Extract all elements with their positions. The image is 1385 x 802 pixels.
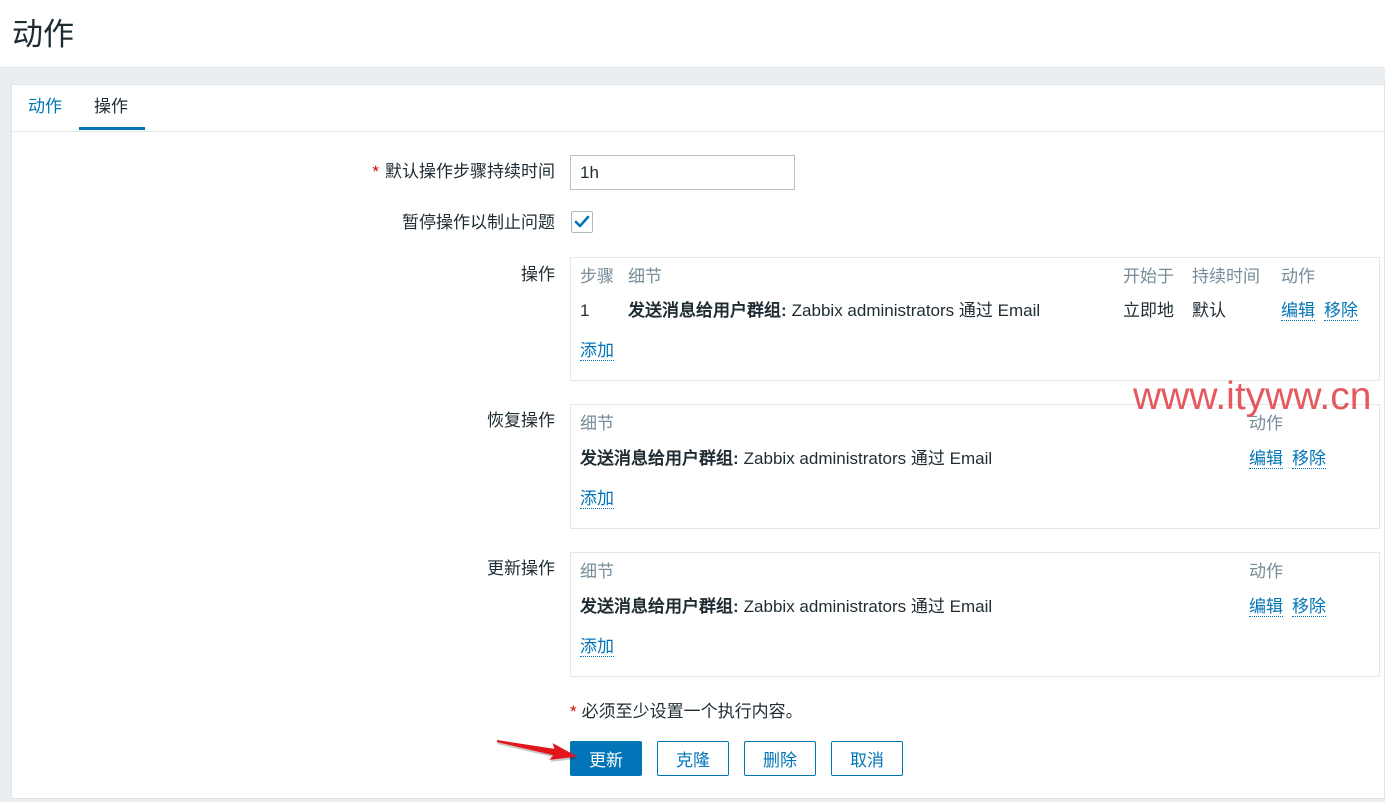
operation-row: 1 发送消息给用户群组: Zabbix administrators 通过 Ema… bbox=[571, 299, 1379, 323]
recovery-operations-list: 细节 动作 发送消息给用户群组: Zabbix administrators 通过… bbox=[570, 404, 1380, 529]
edit-update-operation-link[interactable]: 编辑 bbox=[1249, 597, 1283, 617]
update-operation-row: 发送消息给用户群组: Zabbix administrators 通过 Email… bbox=[571, 595, 1379, 619]
cancel-button[interactable]: 取消 bbox=[831, 741, 903, 776]
operation-start-in: 立即地 bbox=[1123, 301, 1174, 320]
page-title: 动作 bbox=[12, 17, 74, 52]
remove-update-operation-link[interactable]: 移除 bbox=[1292, 597, 1326, 617]
update-button[interactable]: 更新 bbox=[570, 741, 642, 776]
tab-action[interactable]: 动作 bbox=[28, 95, 62, 119]
update-operation-actions: 编辑 移除 bbox=[1249, 595, 1379, 619]
watermark: www.ityww.cn bbox=[1133, 375, 1372, 418]
column-header-action: 动作 bbox=[1249, 562, 1283, 581]
operation-duration: 默认 bbox=[1192, 301, 1226, 320]
update-operation-details-type: 发送消息给用户群组: bbox=[580, 597, 739, 616]
column-header-step: 步骤 bbox=[580, 267, 614, 286]
clone-button[interactable]: 克隆 bbox=[657, 741, 729, 776]
default-step-duration-input[interactable] bbox=[570, 155, 795, 190]
recovery-operation-row: 发送消息给用户群组: Zabbix administrators 通过 Email… bbox=[571, 447, 1379, 471]
operation-actions: 编辑 移除 bbox=[1281, 299, 1379, 323]
page-header: 动作 bbox=[0, 0, 1385, 68]
add-update-operation-wrap: 添加 bbox=[580, 637, 614, 657]
column-header-action: 动作 bbox=[1281, 267, 1315, 286]
action-edit-panel: 动作 操作 *默认操作步骤持续时间 暂停操作以制止问题 操作 步骤 细节 开 bbox=[11, 84, 1385, 799]
column-header-duration: 持续时间 bbox=[1192, 267, 1260, 286]
page: 动作 动作 操作 * 默认操作步骤持续时间 暂停操作以制止问题 操作 步骤 bbox=[0, 0, 1385, 802]
update-operation-details-text: Zabbix administrators 通过 Email bbox=[743, 597, 993, 616]
update-operations-header-row: 细节 动作 bbox=[571, 560, 1379, 584]
operations-label: 操作 bbox=[521, 265, 555, 284]
required-note-text: 必须至少设置一个执行内容。 bbox=[581, 702, 803, 721]
update-operations-list: 细节 动作 发送消息给用户群组: Zabbix administrators 通过… bbox=[570, 552, 1380, 677]
operation-details-text: Zabbix administrators 通过 Email bbox=[791, 301, 1041, 320]
column-header-details: 细节 bbox=[580, 562, 614, 581]
operation-details-type: 发送消息给用户群组: bbox=[628, 301, 787, 320]
tab-bar: 动作 操作 bbox=[12, 85, 1384, 132]
add-operation-wrap: 添加 bbox=[580, 341, 614, 361]
recovery-operations-label: 恢复操作 bbox=[487, 411, 555, 430]
recovery-operation-actions: 编辑 移除 bbox=[1249, 447, 1379, 471]
recovery-operation-details: 发送消息给用户群组: Zabbix administrators 通过 Email bbox=[580, 447, 1249, 471]
edit-operation-link[interactable]: 编辑 bbox=[1281, 301, 1315, 321]
add-operation-link[interactable]: 添加 bbox=[580, 341, 614, 361]
required-asterisk: * bbox=[570, 702, 577, 721]
pause-suppressed-label: 暂停操作以制止问题 bbox=[402, 213, 555, 232]
update-operations-label: 更新操作 bbox=[487, 559, 555, 578]
checkmark-icon bbox=[574, 215, 590, 228]
recovery-operation-details-text: Zabbix administrators 通过 Email bbox=[743, 449, 993, 468]
column-header-details: 细节 bbox=[628, 267, 662, 286]
default-step-duration-label-text: 默认操作步骤持续时间 bbox=[385, 162, 555, 181]
remove-operation-link[interactable]: 移除 bbox=[1324, 301, 1358, 321]
add-update-operation-link[interactable]: 添加 bbox=[580, 637, 614, 657]
operation-details: 发送消息给用户群组: Zabbix administrators 通过 Email bbox=[628, 299, 1123, 323]
add-recovery-operation-wrap: 添加 bbox=[580, 489, 614, 509]
recovery-operation-details-type: 发送消息给用户群组: bbox=[580, 449, 739, 468]
column-header-start-in: 开始于 bbox=[1123, 267, 1174, 286]
required-asterisk: * bbox=[372, 162, 379, 181]
operation-step: 1 bbox=[580, 301, 590, 320]
add-recovery-operation-link[interactable]: 添加 bbox=[580, 489, 614, 509]
required-note: * 必须至少设置一个执行内容。 bbox=[570, 700, 803, 724]
update-operation-details: 发送消息给用户群组: Zabbix administrators 通过 Email bbox=[580, 595, 1249, 619]
remove-recovery-operation-link[interactable]: 移除 bbox=[1292, 449, 1326, 469]
delete-button[interactable]: 删除 bbox=[744, 741, 816, 776]
active-tab-indicator bbox=[79, 127, 145, 130]
operations-header-row: 步骤 细节 开始于 持续时间 动作 bbox=[571, 265, 1379, 289]
operations-list: 步骤 细节 开始于 持续时间 动作 1 发送消息给用户群组: Zabbix adm… bbox=[570, 257, 1380, 381]
default-step-duration-label: * 默认操作步骤持续时间 bbox=[12, 160, 555, 184]
edit-recovery-operation-link[interactable]: 编辑 bbox=[1249, 449, 1283, 469]
pause-suppressed-checkbox[interactable] bbox=[571, 211, 593, 233]
tab-operations[interactable]: 操作 bbox=[94, 95, 128, 119]
